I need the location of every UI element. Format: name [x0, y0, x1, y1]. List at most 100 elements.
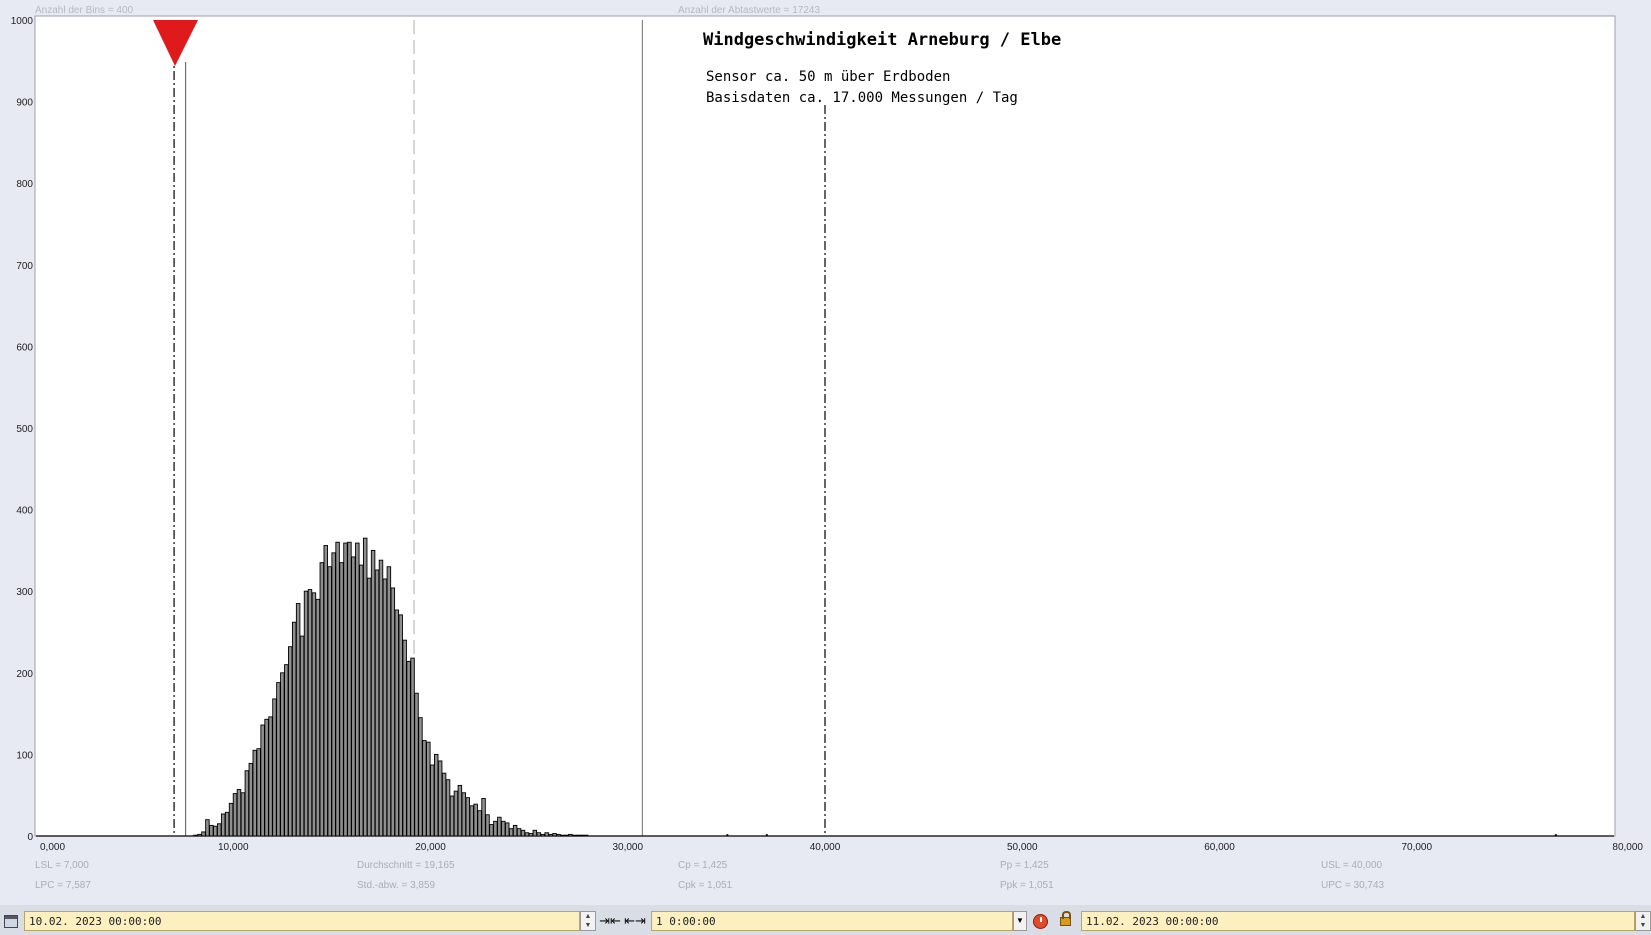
- histogram-bar: [193, 834, 198, 837]
- histogram-bar: [524, 832, 530, 837]
- histogram-bar: [256, 748, 261, 837]
- histogram-bar: [505, 822, 510, 837]
- histogram-bar: [323, 545, 328, 837]
- histogram-bar: [512, 824, 518, 837]
- end-date-spinner[interactable]: ▲ ▼: [1635, 911, 1651, 931]
- x-tick-label: 10,000: [218, 842, 249, 853]
- histogram-bar: [437, 760, 443, 837]
- time-toolbar: 10.02. 2023 00:00:00 ▲ ▼ ⇥⇤ ⇤⇥ 1 0:00:00 …: [0, 905, 1651, 935]
- histogram-bar: [501, 820, 506, 837]
- chart-title: Windgeschwindigkeit Arneburg / Elbe: [703, 30, 1061, 50]
- histogram-bar: [556, 833, 561, 837]
- histogram-bar: [497, 816, 502, 837]
- x-tick-label: 0,000: [40, 842, 65, 853]
- stat-lpc: LPC = 7,587: [35, 880, 91, 891]
- histogram-bar: [276, 682, 281, 837]
- x-tick-label: 70,000: [1401, 842, 1432, 853]
- y-tick-label: 900: [16, 98, 33, 109]
- histogram-bar: [481, 798, 486, 837]
- outlier-bar: [765, 834, 768, 836]
- x-tick-label: 40,000: [810, 842, 841, 853]
- histogram-bar: [564, 834, 569, 837]
- histogram-bar: [228, 802, 234, 837]
- histogram-bar: [572, 834, 577, 837]
- y-tick-label: 300: [16, 587, 33, 598]
- calendar-icon[interactable]: [4, 915, 18, 928]
- histogram-bar: [343, 542, 348, 837]
- histogram-bar: [433, 753, 439, 837]
- histogram-bar: [299, 635, 305, 837]
- histogram-bar: [461, 792, 467, 837]
- histogram-bar: [548, 833, 553, 837]
- samples-count-label: Anzahl der Abtastwerte = 17243: [678, 5, 820, 16]
- histogram-bar: [244, 770, 250, 837]
- interval-dropdown-icon[interactable]: ▼: [1013, 911, 1027, 931]
- histogram-bar: [284, 664, 289, 837]
- histogram-bar: [528, 833, 534, 837]
- stat-std: Std.-abw. = 3,859: [357, 880, 436, 891]
- histogram-bar: [536, 832, 542, 837]
- histogram-bar: [201, 831, 206, 837]
- histogram-bar: [560, 834, 565, 837]
- y-tick-label: 400: [16, 506, 33, 517]
- histogram-bar: [453, 790, 459, 837]
- zoom-in-arrows-icon[interactable]: ⇥⇤: [599, 911, 621, 931]
- histogram-bar: [583, 834, 589, 837]
- histogram-bar: [280, 672, 285, 837]
- histogram-bar: [315, 598, 321, 837]
- start-date-spinner[interactable]: ▲ ▼: [580, 911, 596, 931]
- histogram-bar: [205, 819, 210, 837]
- zoom-out-arrows-icon[interactable]: ⇤⇥: [624, 911, 646, 931]
- histogram-bar: [465, 797, 471, 837]
- histogram-bar: [402, 639, 407, 837]
- stat-cpk: Cpk = 1,051: [678, 880, 733, 891]
- clock-icon[interactable]: [1033, 914, 1048, 929]
- histogram-bar: [469, 805, 474, 837]
- histogram-bar: [473, 803, 478, 837]
- start-date-field[interactable]: 10.02. 2023 00:00:00: [24, 911, 580, 931]
- stat-pp: Pp = 1,425: [1000, 860, 1049, 871]
- y-tick-label: 100: [16, 750, 33, 761]
- histogram-bar: [382, 578, 388, 837]
- histogram-bar: [441, 772, 447, 837]
- histogram-bar: [477, 810, 482, 837]
- lock-icon[interactable]: [1060, 911, 1071, 926]
- histogram-bar: [272, 698, 277, 837]
- x-tick-label: 80,000: [1612, 842, 1643, 853]
- y-tick-label: 200: [16, 669, 33, 680]
- histogram-bar: [516, 828, 522, 837]
- histogram-bar: [236, 789, 242, 837]
- y-tick-label: 700: [16, 261, 33, 272]
- histogram-bar: [568, 833, 573, 837]
- histogram-bar: [260, 724, 265, 837]
- histogram-bar: [331, 552, 336, 837]
- x-tick-label: 30,000: [612, 842, 643, 853]
- histogram-bar: [288, 646, 293, 837]
- histogram-bar: [520, 829, 526, 837]
- histogram-bar: [430, 764, 435, 837]
- histogram-bar: [252, 749, 257, 837]
- annotation-sensor: Sensor ca. 50 m über Erdboden: [706, 69, 950, 85]
- histogram-bar: [359, 564, 364, 837]
- histogram-bar: [370, 549, 376, 837]
- histogram-bar: [418, 717, 423, 837]
- histogram-bar: [422, 740, 427, 837]
- histogram-bar: [307, 589, 313, 837]
- histogram-bar: [319, 562, 325, 837]
- histogram-bar: [311, 592, 317, 837]
- end-date-field[interactable]: 11.02. 2023 00:00:00: [1081, 911, 1635, 931]
- histogram-bar: [414, 692, 419, 837]
- stat-cp: Cp = 1,425: [678, 860, 728, 871]
- histogram-bar: [248, 762, 254, 837]
- histogram-bar: [268, 716, 273, 837]
- histogram-bar: [224, 811, 230, 837]
- interval-field[interactable]: 1 0:00:00: [651, 911, 1013, 931]
- histogram-bar: [576, 834, 581, 837]
- histogram-bar: [449, 795, 455, 837]
- histogram-bar: [532, 829, 538, 837]
- y-axis: 0 100 200 300 400 500 600 700 800 900 1000: [11, 16, 34, 843]
- histogram-bar: [406, 660, 411, 837]
- histogram-bar: [445, 779, 451, 837]
- histogram-bar: [493, 820, 498, 837]
- x-axis: 0,000 10,000 20,000 30,000 40,000 50,000 60,00…: [40, 842, 1643, 853]
